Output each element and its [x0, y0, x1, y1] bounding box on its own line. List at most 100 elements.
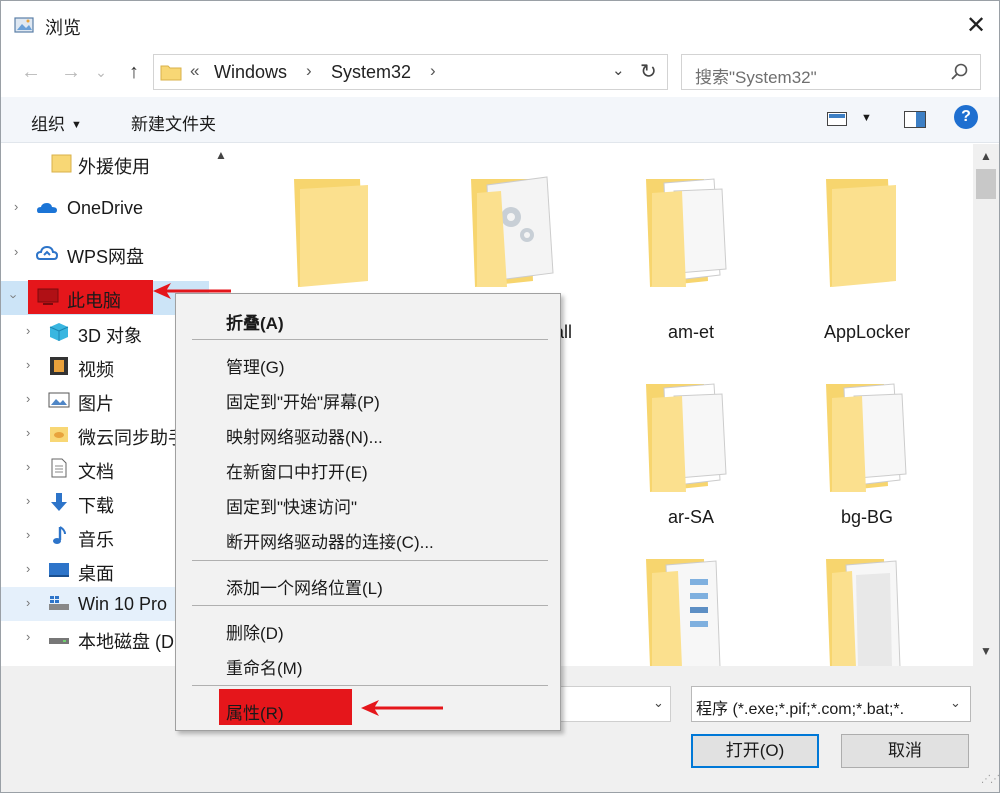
breadcrumb-separator[interactable]: ›	[430, 61, 436, 81]
file-label: AppLocker	[823, 322, 911, 342]
preview-pane-icon[interactable]	[904, 111, 926, 128]
cube-icon	[49, 323, 69, 341]
breadcrumb-windows[interactable]: Windows	[214, 62, 287, 83]
dropdown-chevron-icon[interactable]: ⌄	[950, 695, 961, 711]
annotation-arrow	[361, 700, 443, 716]
file-type-select[interactable]: 程序 (*.exe;*.pif;*.com;*.bat;*. ⌄	[691, 686, 971, 722]
browse-icon	[14, 17, 34, 33]
back-button[interactable]: ←	[16, 57, 46, 87]
search-box[interactable]: 搜索"System32"	[681, 54, 981, 90]
desktop-icon	[49, 563, 69, 577]
recent-locations-button[interactable]: ⌄	[91, 57, 111, 87]
file-item[interactable]: bg-BG	[792, 369, 942, 569]
menu-item-label: 固定到"开始"屏幕(P)	[226, 393, 380, 412]
file-name-input[interactable]: ⌄	[556, 686, 671, 722]
sidebar-item-label: Win 10 Pro	[78, 594, 168, 614]
expand-chevron-icon[interactable]: ›	[26, 459, 30, 474]
document-icon	[51, 458, 67, 478]
computer-icon	[37, 288, 59, 305]
organize-menu[interactable]: 组织 ▼	[31, 110, 82, 135]
address-bar[interactable]: « Windows › System32 › ⌄ ↻	[153, 54, 668, 90]
command-toolbar: 组织 ▼ 新建文件夹 ▼ ?	[1, 97, 999, 143]
sidebar-item-quick-folder[interactable]: 外援使用	[1, 146, 209, 180]
expand-chevron-icon[interactable]: ›	[26, 425, 30, 440]
help-icon[interactable]: ?	[954, 105, 978, 129]
breadcrumb-separator[interactable]: ›	[306, 61, 312, 81]
refresh-icon[interactable]: ↻	[640, 59, 657, 84]
expand-chevron-icon[interactable]: ›	[26, 323, 30, 338]
menu-item-add-network-location[interactable]: 添加一个网络位置(L)	[176, 567, 560, 601]
search-input[interactable]: 搜索"System32"	[695, 63, 817, 88]
picture-icon	[48, 392, 70, 408]
forward-button[interactable]: →	[56, 57, 86, 87]
menu-item-delete[interactable]: 删除(D)	[176, 612, 560, 646]
expand-chevron-icon[interactable]: ›	[26, 527, 30, 542]
file-item[interactable]: ar-SA	[616, 369, 766, 569]
menu-item-disconnect-drive[interactable]: 断开网络驱动器的连接(C)...	[176, 521, 560, 555]
file-label: ar-SA	[667, 507, 714, 527]
sidebar-item-label[interactable]: 此电脑	[67, 287, 121, 313]
view-options-caret-icon[interactable]: ▼	[861, 112, 872, 124]
file-label: am-et	[667, 322, 714, 342]
organize-label: 组织	[31, 115, 65, 134]
open-button[interactable]: 打开(O)	[691, 734, 819, 768]
menu-item-label: 重命名(M)	[226, 659, 303, 678]
drive-icon	[49, 596, 69, 610]
file-item[interactable]	[616, 549, 766, 666]
cancel-button[interactable]: 取消	[841, 734, 969, 768]
sidebar-item-onedrive[interactable]: › OneDrive	[1, 191, 209, 225]
menu-item-pin-start[interactable]: 固定到"开始"屏幕(P)	[176, 381, 560, 415]
menu-separator	[192, 605, 548, 606]
expand-chevron-icon[interactable]: ›	[26, 561, 30, 576]
expand-chevron-icon[interactable]: ›	[26, 493, 30, 508]
change-view-icon[interactable]	[827, 112, 847, 126]
title-bar: 浏览 ✕	[1, 1, 999, 51]
menu-item-collapse[interactable]: 折叠(A)	[176, 302, 560, 336]
menu-item-map-drive[interactable]: 映射网络驱动器(N)...	[176, 416, 560, 450]
expand-chevron-icon[interactable]: ›	[26, 595, 30, 610]
music-icon	[53, 526, 66, 544]
sidebar-item-label: 外援使用	[78, 157, 150, 177]
menu-item-label: 断开网络驱动器的连接(C)...	[226, 533, 434, 552]
file-type-value: 程序 (*.exe;*.pif;*.com;*.bat;*.	[696, 701, 905, 718]
expand-chevron-icon[interactable]: ›	[26, 629, 30, 644]
menu-item-pin-quick-access[interactable]: 固定到"快速访问"	[176, 486, 560, 520]
new-folder-button[interactable]: 新建文件夹	[131, 110, 216, 135]
video-icon	[50, 357, 68, 375]
resize-grip-icon[interactable]: ⋰⋰	[981, 774, 1000, 785]
folder-with-document-icon	[826, 559, 901, 666]
close-button[interactable]: ✕	[956, 7, 996, 45]
file-item[interactable]: AppLocker	[792, 164, 942, 364]
file-list-scrollbar[interactable]: ▲ ▼	[973, 144, 999, 666]
address-dropdown-icon[interactable]: ⌄	[612, 61, 625, 79]
collapse-chevron-icon[interactable]: ›	[7, 294, 22, 298]
menu-item-label: 管理(G)	[226, 358, 285, 377]
menu-item-rename[interactable]: 重命名(M)	[176, 647, 560, 681]
scrollbar-thumb[interactable]	[976, 169, 996, 199]
folder-with-documents-icon	[646, 178, 727, 287]
sidebar-item-wps[interactable]: › WPS网盘	[1, 236, 209, 270]
file-item[interactable]	[792, 549, 942, 666]
up-button[interactable]: ↑	[119, 57, 149, 87]
folder-icon	[51, 154, 72, 173]
expand-chevron-icon[interactable]: ›	[26, 391, 30, 406]
sidebar-item-label: 微云同步助手	[78, 428, 186, 448]
dropdown-chevron-icon[interactable]: ⌄	[653, 695, 664, 711]
overflow-chevron[interactable]: «	[190, 61, 199, 81]
breadcrumb-system32[interactable]: System32	[331, 62, 411, 83]
menu-item-label: 映射网络驱动器(N)...	[226, 428, 383, 447]
menu-item-label: 添加一个网络位置(L)	[226, 579, 383, 598]
context-menu: 折叠(A) 管理(G) 固定到"开始"屏幕(P) 映射网络驱动器(N)... 在…	[175, 293, 561, 731]
menu-item-open-new-window[interactable]: 在新窗口中打开(E)	[176, 451, 560, 485]
expand-chevron-icon[interactable]: ›	[26, 357, 30, 372]
expand-chevron-icon[interactable]: ›	[14, 244, 18, 259]
scroll-down-icon[interactable]: ▼	[980, 644, 992, 658]
caret-down-icon: ▼	[71, 119, 82, 131]
file-item[interactable]: am-et	[616, 164, 766, 364]
menu-separator	[192, 685, 548, 686]
menu-item-manage[interactable]: 管理(G)	[176, 346, 560, 380]
scroll-up-icon[interactable]: ▲	[980, 149, 992, 163]
search-icon	[951, 63, 968, 80]
scroll-up-icon[interactable]: ▲	[215, 148, 227, 162]
expand-chevron-icon[interactable]: ›	[14, 199, 18, 214]
